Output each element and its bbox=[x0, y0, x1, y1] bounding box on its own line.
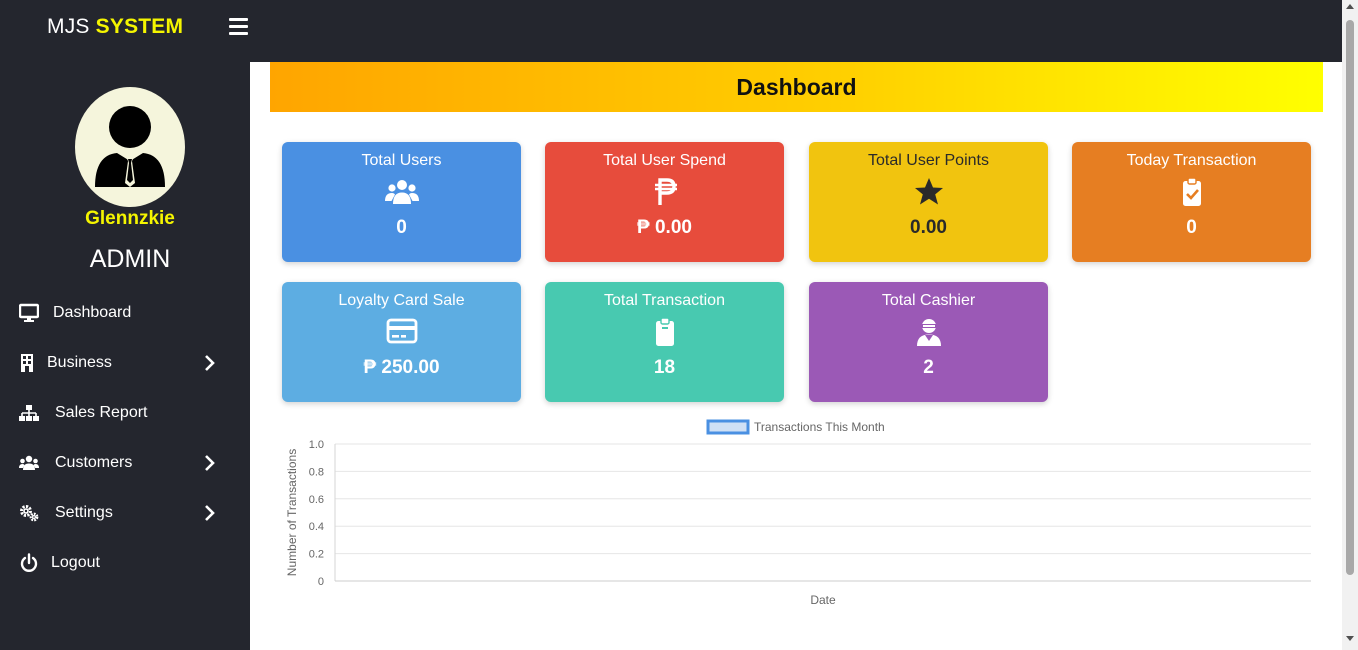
y-tick-label: 0.4 bbox=[309, 521, 324, 533]
page-scrollbar[interactable] bbox=[1342, 0, 1358, 650]
card-value: 0 bbox=[1186, 217, 1197, 238]
clipboard-check-icon bbox=[1182, 177, 1201, 206]
sitemap-icon bbox=[19, 405, 39, 421]
transactions-chart: Transactions This Month 1.0 0.8 0.6 0.4 0.2 0 N… bbox=[270, 412, 1330, 622]
card-title: Total User Points bbox=[868, 152, 989, 169]
user-role: ADMIN bbox=[89, 245, 171, 273]
sidebar-item-customers[interactable]: Customers bbox=[0, 443, 250, 483]
user-avatar-icon bbox=[95, 106, 165, 187]
sidebar-item-label: Logout bbox=[51, 554, 100, 571]
scroll-thumb[interactable] bbox=[1346, 20, 1354, 575]
sidebar-item-label: Customers bbox=[55, 454, 133, 471]
card-value: 18 bbox=[653, 357, 676, 378]
card-total-user-points[interactable]: Total User Points 0.00 bbox=[809, 142, 1048, 262]
card-value: 0 bbox=[396, 217, 407, 238]
card-title: Loyalty Card Sale bbox=[338, 292, 465, 309]
menu-toggle-icon[interactable] bbox=[229, 18, 249, 36]
sidebar-item-logout[interactable]: Logout bbox=[0, 543, 250, 583]
y-tick-label: 0.6 bbox=[309, 494, 324, 506]
y-tick-label: 0.2 bbox=[309, 549, 324, 561]
card-title: Total User Spend bbox=[603, 152, 726, 169]
card-total-users[interactable]: Total Users 0 bbox=[282, 142, 521, 262]
sidebar-item-label: Settings bbox=[55, 504, 113, 521]
x-axis-label: Date bbox=[810, 593, 836, 607]
scroll-down-arrow-icon[interactable] bbox=[1346, 636, 1354, 641]
top-navbar: MJS SYSTEM bbox=[0, 0, 1342, 62]
building-icon bbox=[21, 354, 33, 372]
card-today-transaction[interactable]: Today Transaction 0 bbox=[1072, 142, 1311, 262]
sidebar-item-label: Business bbox=[47, 354, 112, 371]
card-title: Total Cashier bbox=[881, 292, 976, 309]
chevron-right-icon bbox=[205, 455, 215, 471]
brand-logo[interactable]: MJS SYSTEM bbox=[47, 15, 183, 39]
users-icon bbox=[19, 455, 39, 470]
power-icon bbox=[20, 553, 38, 572]
sidebar-item-label: Dashboard bbox=[53, 304, 132, 321]
brand-accent: SYSTEM bbox=[95, 15, 184, 38]
card-title: Today Transaction bbox=[1126, 152, 1257, 169]
card-title: Total Users bbox=[361, 152, 442, 169]
card-loyalty-card-sale[interactable]: Loyalty Card Sale ₱ 250.00 bbox=[282, 282, 521, 402]
legend-swatch bbox=[706, 419, 750, 435]
page-header: Dashboard bbox=[270, 62, 1323, 112]
scroll-up-arrow-icon[interactable] bbox=[1346, 4, 1354, 9]
card-total-user-spend[interactable]: Total User Spend ₱ 0.00 bbox=[545, 142, 784, 262]
star-icon bbox=[914, 178, 943, 205]
avatar bbox=[75, 87, 185, 207]
legend-label: Transactions This Month bbox=[754, 420, 885, 434]
chevron-right-icon bbox=[205, 355, 215, 371]
users-icon bbox=[384, 180, 419, 204]
card-value: 2 bbox=[923, 357, 934, 378]
sidebar-item-business[interactable]: Business bbox=[0, 343, 250, 383]
card-value: 0.00 bbox=[910, 217, 947, 238]
brand-main: MJS bbox=[47, 15, 90, 38]
user-name: Glennzkie bbox=[85, 208, 175, 229]
page-title: Dashboard bbox=[736, 74, 857, 100]
card-value: ₱ 0.00 bbox=[637, 217, 692, 238]
y-tick-label: 0 bbox=[318, 576, 324, 588]
y-tick-label: 0.8 bbox=[309, 466, 324, 478]
clipboard-icon bbox=[655, 317, 674, 346]
sidebar-item-dashboard[interactable]: Dashboard bbox=[0, 293, 250, 333]
sidebar: Glennzkie ADMIN Dashboard Business Sales… bbox=[0, 62, 250, 650]
card-total-transaction[interactable]: Total Transaction 18 bbox=[545, 282, 784, 402]
card-total-cashier[interactable]: Total Cashier 2 bbox=[809, 282, 1048, 402]
monitor-icon bbox=[19, 303, 39, 322]
y-tick-label: 1.0 bbox=[309, 439, 324, 451]
card-value: ₱ 250.00 bbox=[363, 357, 440, 378]
chevron-right-icon bbox=[205, 505, 215, 521]
sidebar-item-sales-report[interactable]: Sales Report bbox=[0, 393, 250, 433]
cogs-icon bbox=[20, 505, 39, 522]
sidebar-item-settings[interactable]: Settings bbox=[0, 493, 250, 533]
chart-svg: Transactions This Month 1.0 0.8 0.6 0.4 0.2 0 N… bbox=[285, 419, 1311, 607]
y-axis-label: Number of Transactions bbox=[285, 449, 299, 576]
sidebar-item-label: Sales Report bbox=[55, 404, 148, 421]
card-title: Total Transaction bbox=[604, 292, 725, 309]
peso-icon bbox=[654, 178, 677, 205]
user-cashier-icon bbox=[916, 319, 941, 346]
credit-card-icon bbox=[386, 318, 417, 344]
